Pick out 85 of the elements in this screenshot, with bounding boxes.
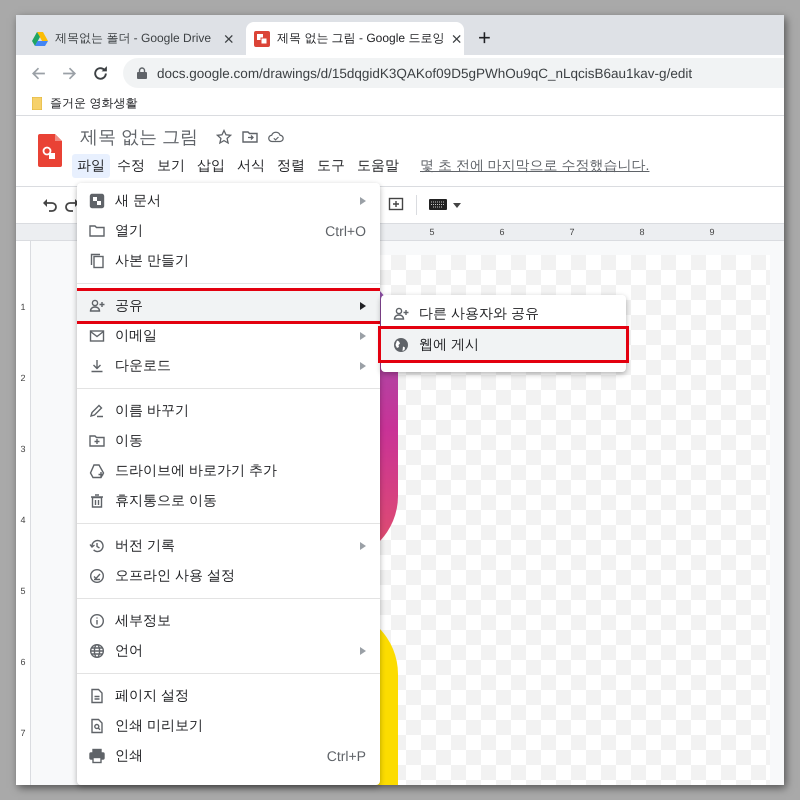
ruler-number: 7: [19, 728, 26, 740]
new-tab-button[interactable]: +: [478, 27, 491, 49]
menu-item[interactable]: 이동: [77, 426, 380, 456]
menu-bar-item[interactable]: 삽입: [192, 154, 230, 178]
reload-icon[interactable]: [92, 64, 109, 82]
add-person-icon: [393, 306, 409, 322]
shortcut-text: Ctrl+O: [325, 223, 366, 239]
ruler-number: 6: [19, 657, 26, 669]
globe-icon: [89, 643, 105, 659]
mail-icon: [89, 328, 105, 344]
ruler-number: 9: [708, 226, 716, 239]
menu-item[interactable]: 다운로드: [77, 351, 380, 381]
add-box-icon[interactable]: [388, 197, 404, 213]
add-person-icon: [89, 298, 105, 314]
drawing-icon: [254, 30, 270, 46]
undo-icon[interactable]: [42, 197, 58, 213]
menu-item[interactable]: 오프라인 사용 설정: [77, 561, 380, 591]
globe-icon: [393, 336, 409, 352]
menu-item[interactable]: 사본 만들기: [77, 246, 380, 276]
drive-icon: [32, 30, 48, 46]
star-icon[interactable]: [216, 129, 232, 145]
menu-item[interactable]: 다른 사용자와 공유: [381, 298, 626, 329]
ruler-number: 2: [19, 373, 26, 385]
preview-icon: [89, 718, 105, 734]
menu-item[interactable]: 버전 기록: [77, 531, 380, 561]
menu-bar-item[interactable]: 서식: [232, 154, 270, 178]
document-title[interactable]: 제목 없는 그림: [80, 125, 198, 149]
ruler-number: 1: [19, 302, 26, 314]
download-icon: [89, 358, 105, 374]
folder-icon: [32, 96, 42, 110]
redo-icon[interactable]: [64, 197, 80, 213]
folder-move-icon: [89, 433, 105, 449]
menu-bar-item[interactable]: 파일: [72, 154, 110, 178]
caret-icon[interactable]: [453, 202, 461, 208]
folder-move-icon[interactable]: [242, 129, 258, 145]
last-edit-link[interactable]: 몇 초 전에 마지막으로 수정했습니다.: [420, 157, 650, 175]
close-button[interactable]: ×: [223, 30, 234, 46]
menu-item[interactable]: 휴지통으로 이동: [77, 486, 380, 516]
check-circle-icon: [89, 568, 105, 584]
menu-item[interactable]: 열기 Ctrl+O: [77, 216, 380, 246]
menu-item[interactable]: 드라이브에 바로가기 추가: [77, 456, 380, 486]
forward-icon[interactable]: [61, 64, 78, 82]
ruler-number: 3: [19, 444, 26, 456]
menu-item[interactable]: 언어: [77, 636, 380, 666]
trash-icon: [89, 493, 105, 509]
menu-item[interactable]: 이메일: [77, 321, 380, 351]
ruler-number: 7: [568, 226, 576, 239]
drawings-logo-icon[interactable]: [38, 134, 62, 167]
page-icon: [89, 688, 105, 704]
pencil-icon: [89, 403, 105, 419]
info-icon: [89, 613, 105, 629]
folder-icon: [89, 223, 105, 239]
browser-tab[interactable]: 제목없는 폴더 - Google Drive ×: [24, 22, 242, 55]
menu-bar-item[interactable]: 정렬: [272, 154, 310, 178]
menu-item[interactable]: 공유: [77, 291, 380, 321]
menu-item[interactable]: 이름 바꾸기: [77, 396, 380, 426]
printer-icon: [89, 748, 105, 764]
cloud-icon[interactable]: [268, 129, 284, 145]
drive-shortcut-icon: [89, 463, 105, 479]
ruler-number: 6: [498, 226, 506, 239]
ruler-number: 4: [19, 515, 26, 527]
history-icon: [89, 538, 105, 554]
lock-icon: [137, 67, 147, 79]
close-button[interactable]: ×: [451, 30, 462, 46]
menu-bar-item[interactable]: 도움말: [352, 154, 404, 178]
menu-item[interactable]: 웹에 게시: [381, 329, 626, 360]
menu-bar-item[interactable]: 도구: [312, 154, 350, 178]
ruler-number: 5: [19, 586, 26, 598]
menu-item[interactable]: 인쇄 미리보기: [77, 711, 380, 741]
keyboard-icon[interactable]: [429, 199, 447, 211]
menu-bar-item[interactable]: 보기: [152, 154, 190, 178]
menu-item[interactable]: 인쇄 Ctrl+P: [77, 741, 380, 771]
menu-bar-item[interactable]: 수정: [112, 154, 150, 178]
back-icon[interactable]: [30, 64, 47, 82]
ruler-number: 8: [638, 226, 646, 239]
browser-tab[interactable]: 제목 없는 그림 - Google 드로잉 ×: [246, 22, 464, 55]
menu-item[interactable]: 세부정보: [77, 606, 380, 636]
copy-icon: [89, 253, 105, 269]
new-document-icon: [89, 193, 105, 209]
menu-item[interactable]: 페이지 설정: [77, 681, 380, 711]
bookmark-link[interactable]: 즐거운 영화생활: [50, 94, 138, 112]
ruler-number: 5: [428, 226, 436, 239]
shortcut-text: Ctrl+P: [326, 748, 366, 764]
address-bar[interactable]: docs.google.com/drawings/d/15dqgidK3QAKof09D5gPWhOu9qC_nLqcisB6au1kav-g/edit: [123, 58, 784, 88]
menu-item[interactable]: 새 문서: [77, 186, 380, 216]
